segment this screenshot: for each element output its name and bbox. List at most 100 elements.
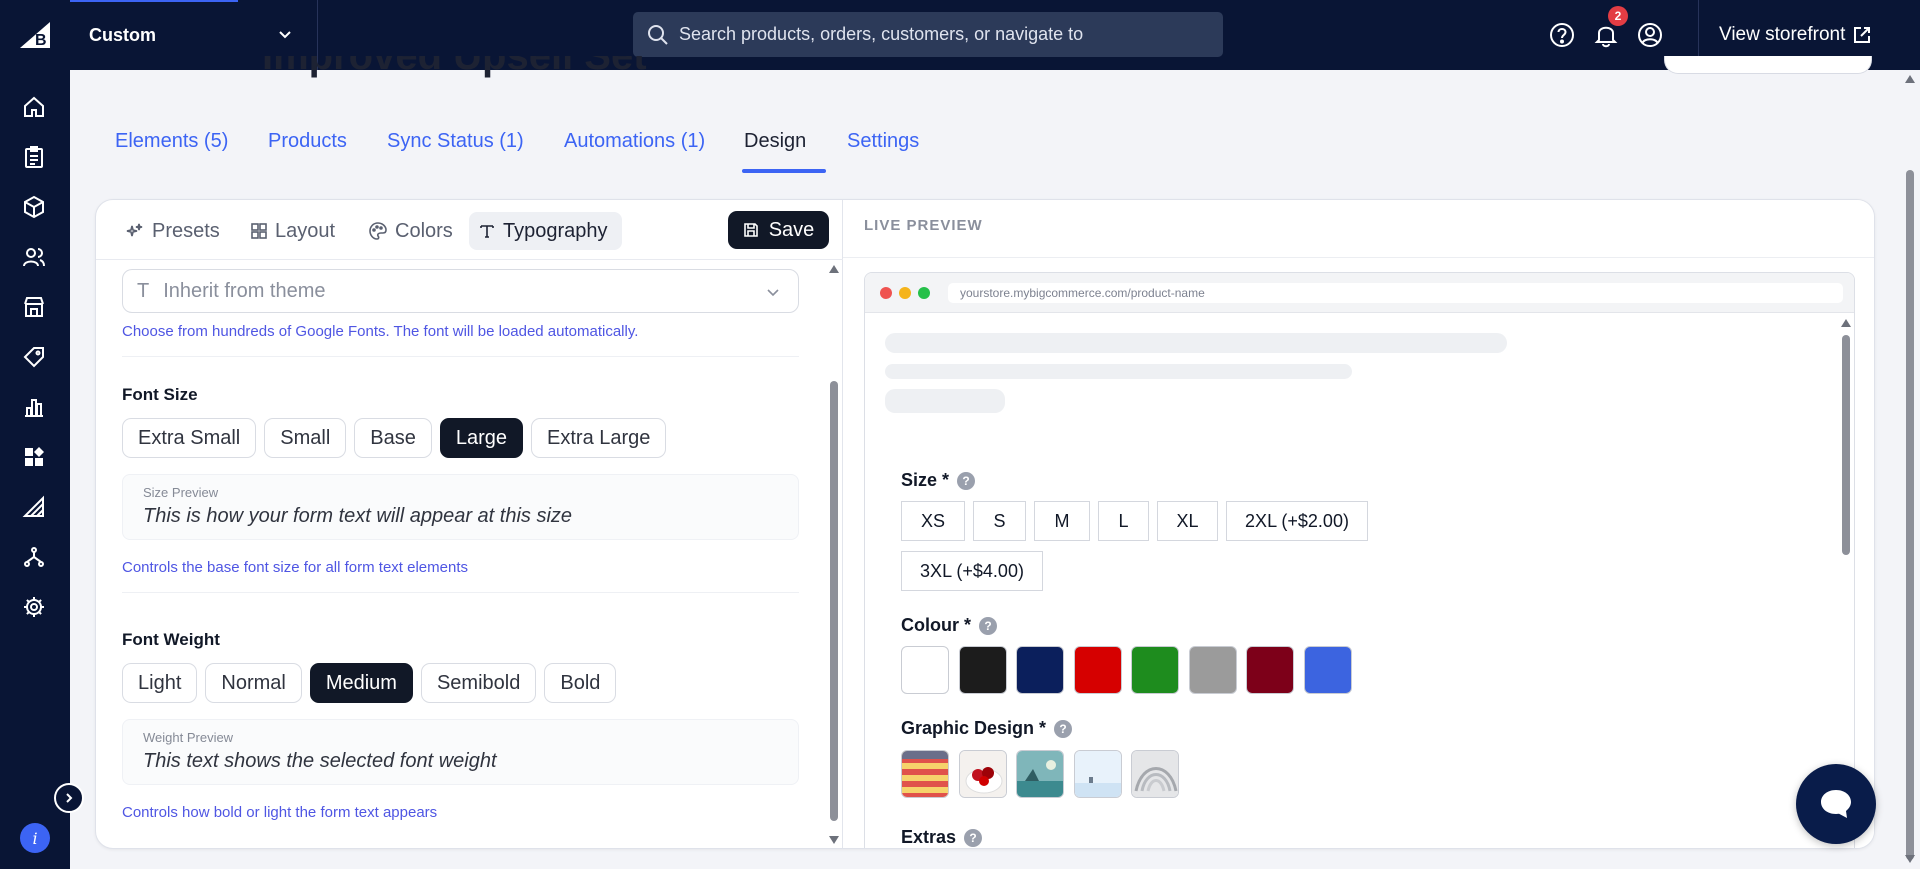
bigcommerce-logo[interactable]: B [0, 0, 70, 70]
subtab-colors[interactable]: Colors [359, 212, 467, 250]
font-weight-option[interactable]: Light [122, 663, 198, 703]
scrollbar-thumb[interactable] [830, 381, 838, 821]
sparkles-icon [126, 222, 144, 240]
save-button[interactable]: Save [728, 211, 829, 249]
colour-swatch[interactable] [1131, 646, 1179, 694]
scroll-down-arrow-icon[interactable] [829, 836, 839, 844]
scroll-up-arrow-icon[interactable] [829, 265, 839, 273]
sidebar-expand-button[interactable] [54, 783, 84, 813]
subtab-layout[interactable]: Layout [241, 212, 349, 250]
marketing-tag-icon[interactable] [20, 343, 48, 371]
graphic-thumbnail-berries[interactable] [959, 750, 1007, 798]
sidebar: B i [0, 0, 70, 869]
graphic-thumbnail-architecture[interactable] [1131, 750, 1179, 798]
size-option[interactable]: 3XL (+$4.00) [901, 551, 1043, 591]
window-maximize-dot [918, 287, 930, 299]
chevron-down-icon [766, 285, 780, 299]
external-link-icon [1853, 26, 1871, 44]
help-icon[interactable] [1548, 21, 1576, 49]
chat-support-button[interactable] [1796, 764, 1876, 844]
analytics-icon[interactable] [20, 393, 48, 421]
window-close-dot [880, 287, 892, 299]
font-size-option[interactable]: Extra Large [531, 418, 667, 458]
font-family-select[interactable]: T Inherit from theme [122, 269, 799, 313]
colour-swatch[interactable] [959, 646, 1007, 694]
size-option[interactable]: XS [901, 501, 965, 541]
size-preview-text: This is how your form text will appear a… [143, 505, 573, 527]
colour-swatch[interactable] [901, 646, 949, 694]
font-weight-option[interactable]: Normal [205, 663, 302, 703]
size-option[interactable]: S [973, 501, 1026, 541]
tab-elements[interactable]: Elements (5) [115, 130, 228, 153]
search-placeholder: Search products, orders, customers, or n… [679, 24, 1084, 44]
font-weight-option[interactable]: Bold [544, 663, 617, 703]
notifications-bell-icon[interactable]: 2 [1592, 6, 1628, 49]
font-size-option[interactable]: Base [354, 418, 432, 458]
tab-automations[interactable]: Automations (1) [564, 130, 705, 153]
account-avatar-icon[interactable] [1636, 21, 1664, 49]
settings-scrollbar[interactable] [827, 261, 841, 848]
weight-preview-label: Weight Preview [143, 730, 234, 745]
view-storefront-label: View storefront [1719, 24, 1846, 45]
header-action-button[interactable] [1664, 56, 1872, 74]
channels-icon[interactable] [20, 493, 48, 521]
typography-settings[interactable]: T Inherit from theme Choose from hundred… [96, 261, 826, 848]
scroll-up-arrow-icon[interactable] [1841, 319, 1851, 327]
design-subtabs: Presets Layout Colors Typography Save [96, 200, 843, 260]
font-weight-title: Font Weight [122, 630, 220, 649]
colour-swatch[interactable] [1246, 646, 1294, 694]
size-preview: Size Preview This is how your form text … [122, 474, 799, 540]
tab-sync-status[interactable]: Sync Status (1) [387, 130, 524, 153]
weight-preview: Weight Preview This text shows the selec… [122, 719, 799, 785]
size-option[interactable]: L [1098, 501, 1149, 541]
colour-swatch[interactable] [1304, 646, 1352, 694]
customers-icon[interactable] [20, 243, 48, 271]
tab-design[interactable]: Design [744, 130, 806, 153]
scrollbar-thumb[interactable] [1906, 170, 1914, 860]
subtab-typography[interactable]: Typography [469, 212, 622, 250]
page-scrollbar[interactable] [1900, 70, 1920, 869]
palette-icon [369, 222, 387, 240]
graphic-thumbnail-sky[interactable] [1074, 750, 1122, 798]
graphic-thumbnail-stripes[interactable] [901, 750, 949, 798]
colour-swatch[interactable] [1189, 646, 1237, 694]
divider [122, 356, 799, 357]
tab-products[interactable]: Products [268, 130, 347, 153]
size-option[interactable]: XL [1157, 501, 1218, 541]
live-preview-label: LIVE PREVIEW [864, 217, 983, 234]
font-size-option[interactable]: Extra Small [122, 418, 257, 458]
font-weight-option[interactable]: Semibold [420, 663, 537, 703]
scroll-down-arrow-icon[interactable] [1905, 855, 1915, 863]
help-question-icon[interactable]: ? [979, 616, 997, 635]
font-weight-option-selected[interactable]: Medium [309, 663, 413, 703]
help-question-icon[interactable]: ? [957, 471, 976, 490]
skeleton-line [885, 333, 1507, 353]
help-question-icon[interactable]: ? [1054, 719, 1073, 738]
size-option[interactable]: 2XL (+$2.00) [1226, 501, 1368, 541]
integrations-icon[interactable] [20, 543, 48, 571]
orders-icon[interactable] [20, 143, 48, 171]
home-icon[interactable] [20, 93, 48, 121]
colour-swatch[interactable] [1074, 646, 1122, 694]
scroll-up-arrow-icon[interactable] [1905, 75, 1915, 83]
subtab-presets[interactable]: Presets [116, 212, 234, 250]
font-size-option[interactable]: Small [264, 418, 347, 458]
graphic-thumbnail-landscape[interactable] [1016, 750, 1064, 798]
products-icon[interactable] [20, 193, 48, 221]
size-option[interactable]: M [1034, 501, 1090, 541]
help-question-icon[interactable]: ? [964, 828, 983, 847]
size-field-label: Size * ? [901, 470, 976, 491]
settings-gear-icon[interactable] [20, 593, 48, 621]
info-icon[interactable]: i [20, 823, 50, 853]
tab-settings[interactable]: Settings [847, 130, 919, 153]
design-settings-pane: Presets Layout Colors Typography Save T … [96, 200, 843, 848]
global-search-input[interactable]: Search products, orders, customers, or n… [633, 12, 1223, 57]
scrollbar-thumb[interactable] [1842, 335, 1850, 555]
font-size-option-selected[interactable]: Large [439, 418, 524, 458]
font-size-options: Extra Small Small Base Large Extra Large [122, 418, 667, 458]
colour-swatch[interactable] [1016, 646, 1064, 694]
apps-icon[interactable] [20, 443, 48, 471]
graphic-design-field-label: Graphic Design * ? [901, 718, 1073, 739]
storefront-icon[interactable] [20, 293, 48, 321]
type-icon [479, 223, 495, 239]
